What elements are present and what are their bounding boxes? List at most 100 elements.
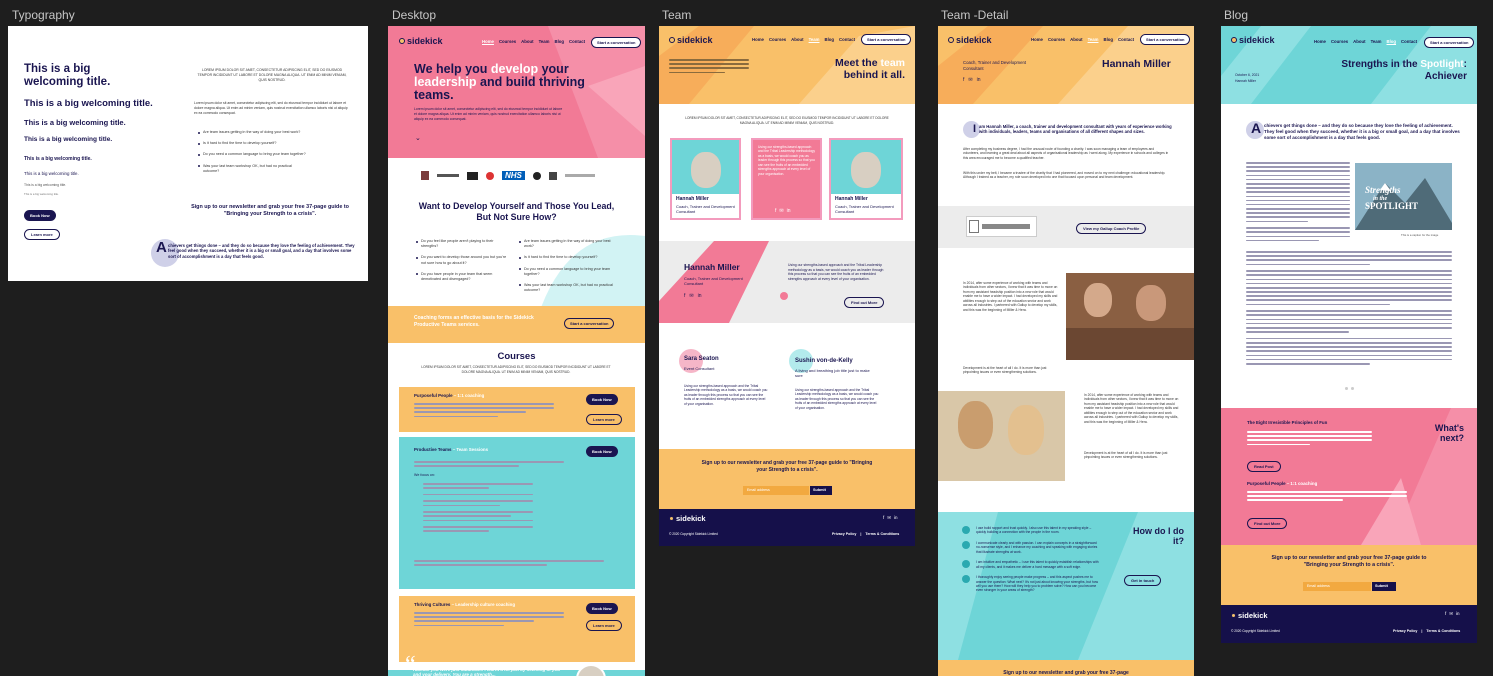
nav-contact[interactable]: Contact (839, 37, 855, 42)
nav-about[interactable]: About (1353, 39, 1365, 44)
linkedin-icon[interactable]: in (787, 208, 791, 214)
nav-contact[interactable]: Contact (1401, 39, 1417, 44)
nav-courses[interactable]: Courses (1331, 39, 1348, 44)
email-icon[interactable]: ✉ (779, 208, 783, 214)
learn-more-button[interactable]: Learn more (24, 229, 60, 240)
linkedin-icon[interactable]: in (894, 515, 898, 521)
linkedin-icon[interactable]: in (977, 77, 981, 83)
privacy-link[interactable]: Privacy Policy (832, 532, 856, 536)
start-conversation-button[interactable]: Start a conversation (861, 34, 912, 45)
frame-label-team[interactable]: Team (662, 8, 691, 22)
footer-links: Privacy Policy | Terms & Conditions (1393, 629, 1461, 633)
site-logo[interactable]: sidekick (948, 35, 992, 45)
team-card[interactable]: Hannah Miller Coach, Trainer and Develop… (829, 138, 903, 220)
dot-icon[interactable] (1345, 387, 1348, 390)
bullet-item: Are team issues getting in the way of do… (519, 239, 614, 249)
read-post-button[interactable]: Read Post (1247, 461, 1281, 472)
nav-blog[interactable]: Blog (1103, 37, 1113, 42)
nav-courses[interactable]: Courses (499, 39, 516, 44)
nav-home[interactable]: Home (752, 37, 764, 42)
start-conversation-button[interactable]: Start a conversation (1140, 34, 1191, 45)
book-now-button[interactable]: Book Now (586, 394, 618, 405)
nav-home[interactable]: Home (1314, 39, 1326, 44)
main-nav: Home Courses About Team Blog Contact (482, 39, 585, 44)
email-icon[interactable]: ✉ (968, 77, 972, 83)
learn-more-button[interactable]: Learn more (586, 414, 622, 425)
facebook-icon[interactable]: f (1445, 611, 1446, 617)
nav-about[interactable]: About (1070, 37, 1082, 42)
site-logo[interactable]: sidekick (669, 35, 713, 45)
nav-team[interactable]: Team (539, 39, 550, 44)
team-detail-frame[interactable]: sidekick Home Courses About Team Blog Co… (938, 26, 1194, 676)
blog-frame[interactable]: sidekick Home Courses About Team Blog Co… (1221, 26, 1477, 643)
submit-button[interactable]: Submit (1372, 582, 1396, 591)
nav-contact[interactable]: Contact (569, 39, 585, 44)
next-post-text (1247, 431, 1372, 448)
team-caps: LOREM IPSUM DOLOR SIT AMET, CONSECTETUR … (685, 116, 889, 125)
dot-icon[interactable] (1351, 387, 1354, 390)
email-input[interactable]: Email address (1303, 582, 1371, 591)
email-icon[interactable]: ✉ (689, 293, 693, 299)
team-card-hover[interactable]: Using our strengths-based approach and t… (751, 138, 822, 220)
book-now-button[interactable]: Book Now (586, 603, 618, 614)
start-conversation-button[interactable]: Start a conversation (591, 37, 642, 48)
footer-logo[interactable]: sidekick (1231, 611, 1268, 620)
body-paragraph: With this under my belt, I became a trus… (963, 171, 1166, 180)
nav-courses[interactable]: Courses (769, 37, 786, 42)
linkedin-icon[interactable]: in (698, 293, 702, 299)
facebook-icon[interactable]: f (775, 208, 776, 214)
blog-date: October 6, 2021 (1235, 73, 1260, 77)
courses-caps: LOREM IPSUM DOLOR SIT AMET, CONSECTETUR … (421, 365, 611, 374)
nav-blog[interactable]: Blog (554, 39, 564, 44)
book-now-button[interactable]: Book Now (586, 446, 618, 457)
team-frame[interactable]: sidekick Home Courses About Team Blog Co… (659, 26, 915, 546)
find-out-more-button[interactable]: Find out More (844, 297, 885, 308)
frame-label-desktop[interactable]: Desktop (392, 8, 436, 22)
footer-logo[interactable]: sidekick (669, 514, 706, 523)
nav-team[interactable]: Team (809, 37, 820, 42)
site-logo[interactable]: sidekick (399, 36, 443, 46)
email-input[interactable]: Email address (743, 486, 809, 495)
member-name: Sara Seaton (684, 356, 719, 362)
nav-team[interactable]: Team (1371, 39, 1382, 44)
nav-blog[interactable]: Blog (824, 37, 834, 42)
site-logo[interactable]: sidekick (1231, 35, 1275, 45)
nav-blog[interactable]: Blog (1386, 39, 1396, 44)
get-in-touch-button[interactable]: Get in touch (1124, 575, 1162, 586)
team-card[interactable]: Hannah Miller Coach, Trainer and Develop… (670, 138, 741, 220)
gallup-profile-button[interactable]: View my Gallup Coach Profile (1076, 223, 1147, 234)
typography-frame[interactable]: This is a big welcoming title. This is a… (8, 26, 368, 281)
coaching-cta-button[interactable]: Start a conversation (564, 318, 615, 329)
email-icon[interactable]: ✉ (1449, 611, 1453, 617)
course-text (414, 612, 564, 629)
nav-home[interactable]: Home (482, 39, 494, 44)
nav-contact[interactable]: Contact (1118, 37, 1134, 42)
focus-list (423, 483, 533, 535)
learn-more-button[interactable]: Learn more (586, 620, 622, 631)
facebook-icon[interactable]: f (883, 515, 884, 521)
find-out-more-button[interactable]: Find out More (1247, 518, 1288, 529)
privacy-link[interactable]: Privacy Policy (1393, 629, 1417, 633)
email-icon[interactable]: ✉ (887, 515, 891, 521)
submit-button[interactable]: Submit (810, 486, 832, 495)
terms-link[interactable]: Terms & Conditions (1426, 629, 1460, 633)
facebook-icon[interactable]: f (963, 77, 964, 83)
caps-text: LOREM IPSUM DOLOR SIT AMET, CONSECTETUR … (197, 68, 347, 82)
book-now-button[interactable]: Book Now (24, 210, 56, 221)
feature-social: f ✉ in (684, 293, 702, 299)
desktop-frame[interactable]: sidekick Home Courses About Team Blog Co… (388, 26, 645, 676)
frame-label-team-detail[interactable]: Team -Detail (941, 8, 1008, 22)
start-conversation-button[interactable]: Start a conversation (1424, 37, 1475, 48)
frame-label-typography[interactable]: Typography (12, 8, 75, 22)
frame-label-blog[interactable]: Blog (1224, 8, 1248, 22)
terms-link[interactable]: Terms & Conditions (865, 532, 899, 536)
nav-about[interactable]: About (521, 39, 533, 44)
nav-about[interactable]: About (791, 37, 803, 42)
linkedin-icon[interactable]: in (1456, 611, 1460, 617)
nav-courses[interactable]: Courses (1048, 37, 1065, 42)
nav-team[interactable]: Team (1088, 37, 1099, 42)
nav-home[interactable]: Home (1031, 37, 1043, 42)
facebook-icon[interactable]: f (684, 293, 685, 299)
photo-women (938, 391, 1065, 481)
chevron-down-icon[interactable]: ⌄ (415, 134, 421, 142)
